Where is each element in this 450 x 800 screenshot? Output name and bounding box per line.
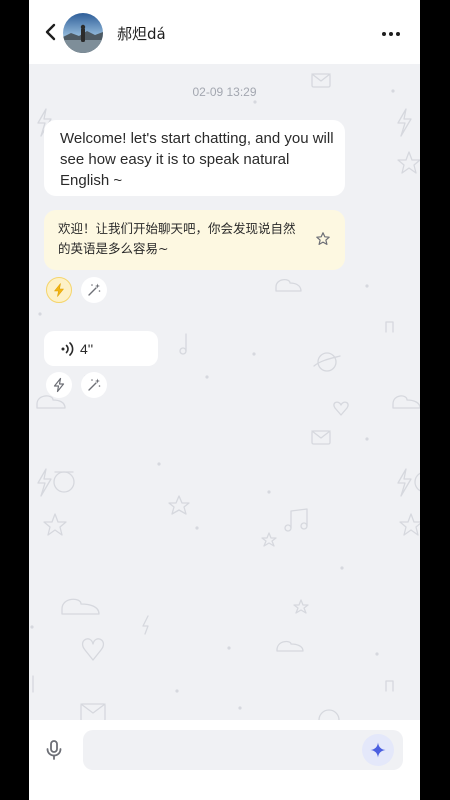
more-horizontal-icon[interactable] <box>379 22 403 46</box>
chat-header: 郝炟dá <box>29 0 420 64</box>
message-timestamp: 02-09 13:29 <box>192 85 257 99</box>
lightning-button[interactable] <box>46 277 72 303</box>
sparkle-icon <box>370 742 386 758</box>
contact-name: 郝炟dá <box>117 25 166 43</box>
magic-wand-button[interactable] <box>81 372 107 398</box>
composer-bar <box>29 720 420 800</box>
star-outline-icon[interactable] <box>315 231 331 247</box>
magic-wand-icon <box>88 378 101 391</box>
avatar[interactable] <box>63 13 103 53</box>
microphone-icon[interactable] <box>42 738 66 762</box>
chevron-left-icon[interactable] <box>39 20 63 44</box>
translation-bubble[interactable]: 欢迎！让我们开始聊天吧，你会发现说自然的英语是多么容易~ <box>44 210 345 270</box>
lightning-icon <box>53 377 65 393</box>
message-bubble-english[interactable]: Welcome! let's start chatting, and you w… <box>44 120 345 196</box>
message-input[interactable] <box>83 730 403 770</box>
message-text: Welcome! let's start chatting, and you w… <box>60 130 334 189</box>
magic-wand-icon <box>88 283 101 296</box>
message-list[interactable]: 02-09 13:29 Welcome! let's start chattin… <box>29 64 420 720</box>
lightning-icon <box>54 283 64 297</box>
translation-text: 欢迎！让我们开始聊天吧，你会发现说自然的英语是多么容易~ <box>58 221 296 256</box>
lightning-button[interactable] <box>46 372 72 398</box>
voice-message[interactable]: 4'' <box>44 331 158 366</box>
magic-wand-button[interactable] <box>81 277 107 303</box>
chat-screen: 郝炟dá 02-09 13:29 Welcome! let's start ch… <box>29 0 420 800</box>
sound-wave-icon <box>61 342 74 356</box>
voice-duration: 4'' <box>80 341 94 357</box>
ai-assist-button[interactable] <box>362 734 394 766</box>
